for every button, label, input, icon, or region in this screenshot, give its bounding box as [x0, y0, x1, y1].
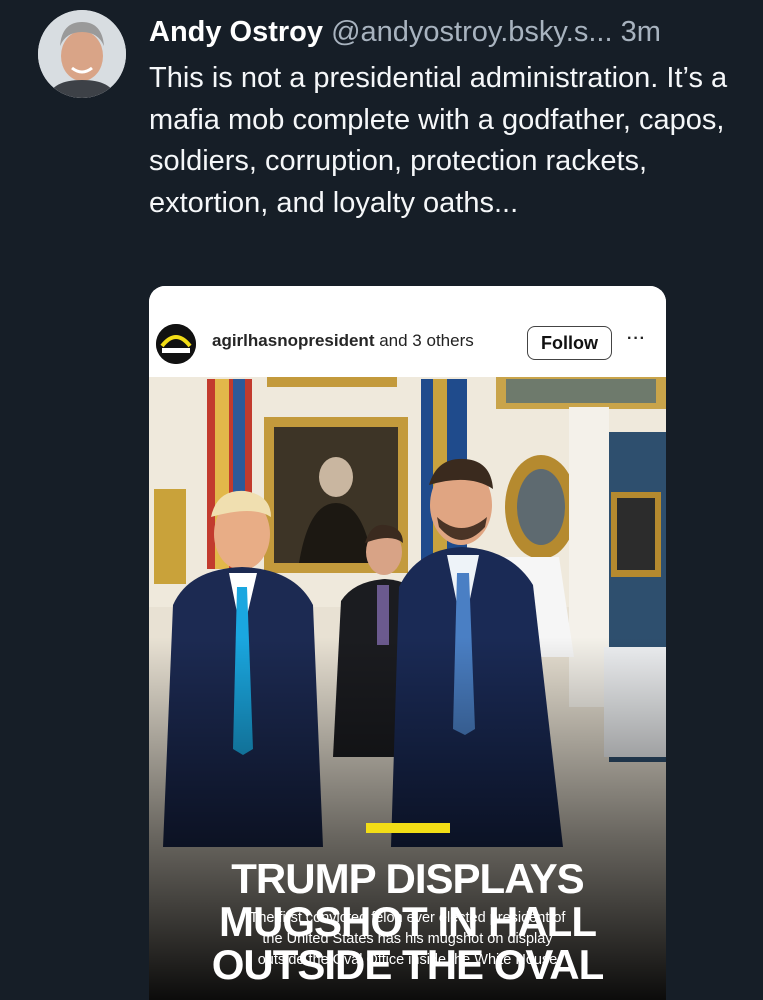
subtitle-line-1: The first convicted felon ever elected p…	[249, 910, 566, 926]
image-subtitle: The first convicted felon ever elected p…	[149, 908, 666, 971]
author-handle[interactable]: @andyostroy.bsky.s...	[331, 16, 612, 48]
post-image[interactable]: TRUMP DISPLAYS MUGSHOT IN HALL OUTSIDE T…	[149, 377, 666, 1000]
account-logo-icon	[156, 324, 196, 364]
subtitle-line-3: outside the Oval Office inside the White…	[257, 952, 558, 968]
post-time[interactable]: 3m	[621, 16, 661, 48]
instagram-account-line: agirlhasnopresident and 3 others	[212, 331, 474, 351]
embedded-instagram-post[interactable]: agirlhasnopresident and 3 others Follow …	[149, 286, 666, 1000]
instagram-account-name[interactable]: agirlhasnopresident	[212, 331, 374, 350]
instagram-account-avatar[interactable]	[156, 324, 196, 364]
author-name[interactable]: Andy Ostroy	[149, 16, 323, 48]
collaborators-text[interactable]: and 3 others	[379, 331, 474, 350]
avatar-photo	[38, 10, 126, 98]
headline-accent-bar	[366, 823, 450, 833]
more-options-icon[interactable]: ···	[627, 330, 646, 348]
post-text: This is not a presidential administratio…	[149, 62, 728, 219]
author-avatar[interactable]	[38, 10, 126, 98]
follow-button[interactable]: Follow	[527, 326, 612, 360]
embed-header: agirlhasnopresident and 3 others Follow …	[149, 286, 666, 377]
headline-line-1: TRUMP DISPLAYS	[231, 855, 584, 902]
post-header: Andy Ostroy @andyostroy.bsky.s... 3m	[149, 14, 743, 50]
subtitle-line-2: the United States has his mugshot on dis…	[262, 931, 553, 947]
